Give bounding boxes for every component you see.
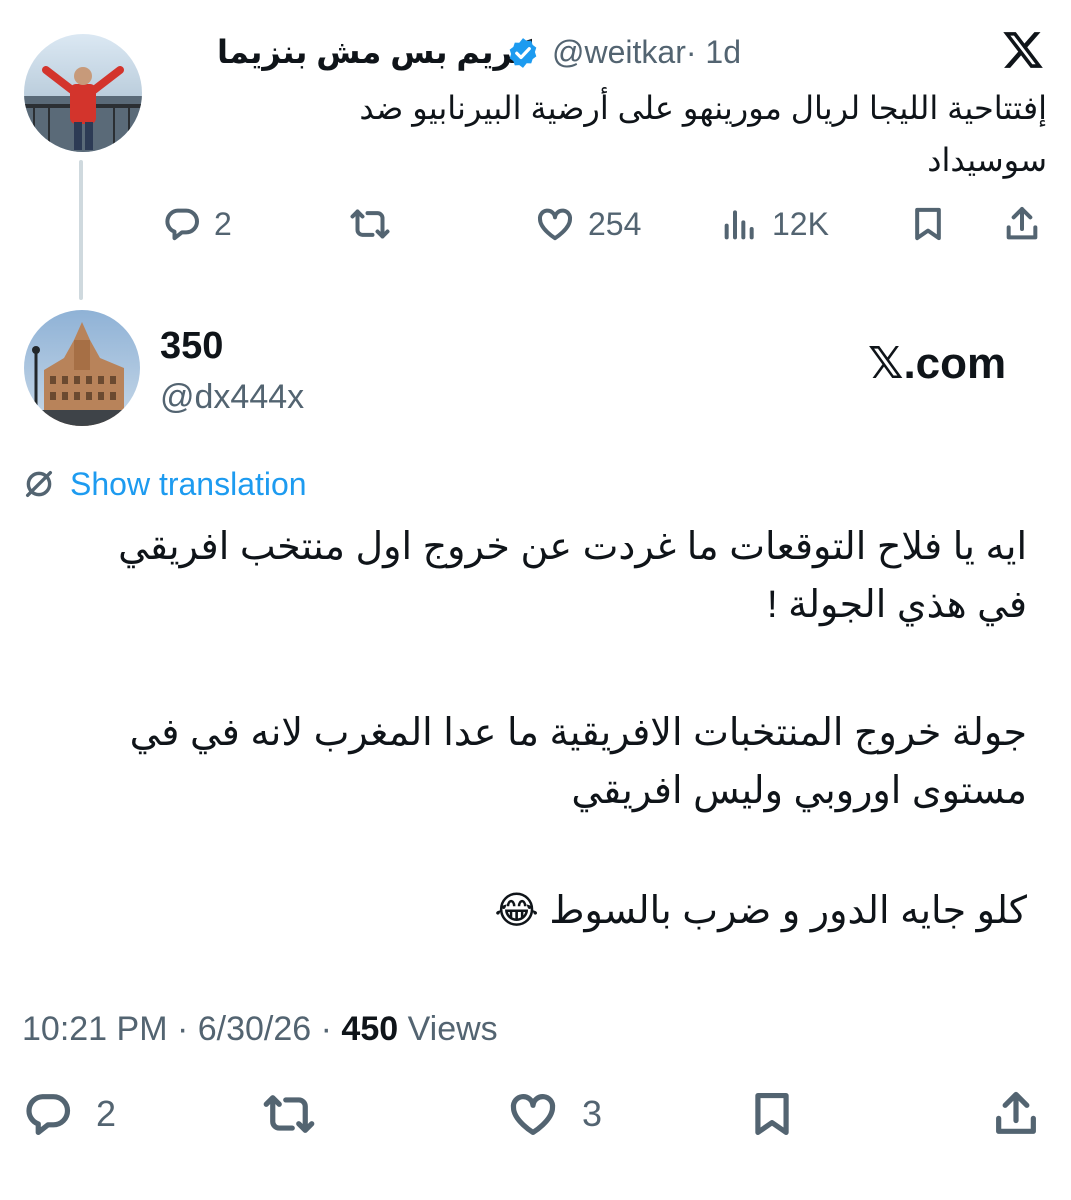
avatar-weitkar[interactable]	[24, 34, 142, 152]
handle-text: @weitkar	[552, 34, 686, 70]
reply-icon	[165, 208, 199, 241]
share-icon	[996, 1091, 1036, 1134]
bookmark-button[interactable]	[746, 1088, 798, 1140]
bookmark-icon	[915, 207, 941, 241]
views-count: 450	[341, 1010, 399, 1048]
tweet-text-line: إفتتاحية الليجا لريال مورينهو على أرضية …	[359, 90, 1047, 126]
tweet-text-line: مستوى اوروبي وليس افريقي	[571, 770, 1027, 812]
x-logo-icon	[1000, 28, 1046, 77]
views-count: 12K	[772, 205, 829, 242]
author-handle[interactable]: @dx444x	[160, 374, 304, 420]
share-button[interactable]	[990, 1088, 1042, 1140]
translate-icon	[25, 470, 53, 498]
reply-count: 2	[214, 205, 232, 242]
like-count: 3	[582, 1093, 603, 1134]
bookmark-icon	[755, 1092, 789, 1136]
like-button[interactable]: 3	[506, 1088, 602, 1140]
views-icon	[724, 210, 754, 240]
views-label: Views	[398, 1010, 498, 1048]
retweet-icon	[263, 1095, 315, 1133]
reply-button[interactable]: 2	[162, 204, 232, 244]
retweet-button[interactable]	[260, 1088, 318, 1140]
reply-icon	[26, 1094, 71, 1136]
share-icon	[1006, 207, 1038, 240]
like-icon	[510, 1094, 556, 1136]
verified-badge-icon	[506, 36, 540, 75]
like-button[interactable]: 254	[534, 204, 641, 244]
show-translation-button[interactable]: Show translation	[22, 462, 307, 506]
show-translation-label: Show translation	[70, 466, 307, 502]
relative-time: · 1d	[685, 34, 741, 70]
author-name[interactable]: كريم بس مش بنزيما	[160, 30, 532, 74]
reply-button[interactable]: 2	[22, 1088, 116, 1140]
author-name[interactable]: 350	[160, 322, 223, 370]
tweet-text-line: في هذي الجولة !	[766, 584, 1027, 626]
reply-count: 2	[96, 1093, 117, 1134]
tweet-text-line: ايه يا فلاح التوقعات ما غردت عن خروج اول…	[118, 526, 1027, 568]
bookmark-button[interactable]	[908, 204, 948, 244]
tweet-metadata: 10:21 PM · 6/30/26 · 450 Views	[22, 1006, 498, 1052]
share-button[interactable]	[1002, 204, 1042, 244]
avatar-dx444x[interactable]	[24, 310, 140, 426]
views-button[interactable]: 12K	[720, 204, 829, 244]
retweet-button[interactable]	[348, 204, 392, 244]
timestamp[interactable]: 10:21 PM · 6/30/26 ·	[22, 1010, 341, 1048]
tweet-text-line: جولة خروج المنتخبات الافريقية ما عدا الم…	[129, 712, 1027, 754]
tweet-text-line: كلو جايه الدور و ضرب بالسوط 😂	[494, 890, 1027, 932]
tweet-text-line: سوسيداد	[927, 142, 1047, 178]
retweet-icon	[350, 209, 390, 239]
thread-connector-line	[79, 160, 83, 300]
x-com-watermark: 𝕏.com	[868, 339, 1007, 388]
like-count: 254	[588, 205, 642, 242]
like-icon	[537, 208, 573, 241]
author-handle[interactable]: @weitkar· 1d	[552, 30, 741, 74]
